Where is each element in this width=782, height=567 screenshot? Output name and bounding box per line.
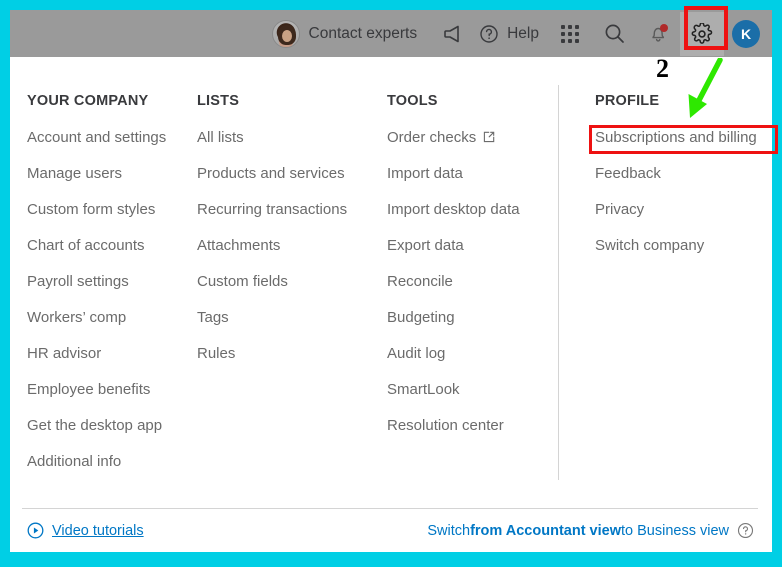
help-circle-icon[interactable] [737, 522, 754, 539]
switch-view-prefix: Switch [427, 523, 470, 539]
menu-item-employee-benefits[interactable]: Employee benefits [27, 382, 150, 397]
menu-item-export-data[interactable]: Export data [387, 238, 464, 253]
menu-item-smartlook[interactable]: SmartLook [387, 382, 460, 397]
video-tutorials-link[interactable]: Video tutorials [27, 522, 144, 539]
help-label: Help [507, 25, 539, 43]
column-heading-lists: LISTS [197, 94, 387, 109]
menu-item-custom-form-styles[interactable]: Custom form styles [27, 202, 155, 217]
switch-view-bold: from Accountant view [470, 523, 621, 539]
contact-experts-label: Contact experts [309, 26, 418, 42]
menu-item-workers-comp[interactable]: Workers’ comp [27, 310, 126, 325]
notification-bell-icon[interactable] [636, 12, 680, 56]
notification-dot [660, 24, 668, 32]
column-profile: PROFILE Subscriptions and billing Feedba… [557, 57, 762, 489]
column-heading-your-company: YOUR COMPANY [27, 94, 197, 109]
gear-icon[interactable] [680, 12, 724, 56]
menu-item-import-data[interactable]: Import data [387, 166, 463, 181]
app-grid-icon[interactable] [548, 12, 592, 56]
help-button[interactable]: Help [475, 12, 548, 56]
menu-item-order-checks-label: Order checks [387, 130, 476, 145]
menu-item-import-desktop-data[interactable]: Import desktop data [387, 202, 520, 217]
menu-item-budgeting[interactable]: Budgeting [387, 310, 455, 325]
contact-experts-button[interactable]: Contact experts [263, 12, 432, 56]
menu-columns: YOUR COMPANY Account and settings Manage… [10, 57, 772, 489]
menu-item-manage-users[interactable]: Manage users [27, 166, 122, 181]
menu-item-reconcile[interactable]: Reconcile [387, 274, 453, 289]
column-divider [558, 85, 559, 480]
menu-item-recurring-transactions[interactable]: Recurring transactions [197, 202, 347, 217]
menu-item-tags[interactable]: Tags [197, 310, 229, 325]
gear-dropdown-panel: YOUR COMPANY Account and settings Manage… [10, 57, 772, 552]
megaphone-icon[interactable] [431, 12, 475, 56]
menu-item-custom-fields[interactable]: Custom fields [197, 274, 288, 289]
column-tools: TOOLS Order checks Import data Import de… [387, 57, 557, 489]
external-link-icon [483, 131, 495, 143]
menu-item-feedback[interactable]: Feedback [595, 166, 661, 181]
top-toolbar: Contact experts Help [10, 10, 772, 57]
menu-item-all-lists[interactable]: All lists [197, 130, 244, 145]
menu-item-switch-company[interactable]: Switch company [595, 238, 704, 253]
menu-item-resolution-center[interactable]: Resolution center [387, 418, 504, 433]
menu-item-products-and-services[interactable]: Products and services [197, 166, 345, 181]
column-heading-profile: PROFILE [595, 94, 762, 109]
play-circle-icon [27, 522, 44, 539]
menu-item-hr-advisor[interactable]: HR advisor [27, 346, 101, 361]
avatar-initial: K [732, 20, 760, 48]
menu-item-attachments[interactable]: Attachments [197, 238, 280, 253]
menu-item-additional-info[interactable]: Additional info [27, 454, 121, 469]
switch-view-suffix: to Business view [621, 523, 729, 539]
menu-item-subscriptions-and-billing[interactable]: Subscriptions and billing [595, 130, 757, 145]
menu-item-privacy[interactable]: Privacy [595, 202, 644, 217]
menu-item-get-the-desktop-app[interactable]: Get the desktop app [27, 418, 162, 433]
column-heading-tools: TOOLS [387, 94, 557, 109]
switch-view-link[interactable]: Switch from Accountant view to Business … [427, 522, 754, 539]
panel-footer: Video tutorials Switch from Accountant v… [10, 509, 772, 552]
menu-item-audit-log[interactable]: Audit log [387, 346, 445, 361]
menu-item-account-and-settings[interactable]: Account and settings [27, 130, 166, 145]
annotation-step-number: 2 [656, 56, 669, 82]
menu-item-chart-of-accounts[interactable]: Chart of accounts [27, 238, 145, 253]
menu-item-payroll-settings[interactable]: Payroll settings [27, 274, 129, 289]
column-your-company: YOUR COMPANY Account and settings Manage… [10, 57, 197, 489]
menu-item-order-checks[interactable]: Order checks [387, 130, 495, 145]
user-avatar[interactable]: K [724, 12, 768, 56]
quickbooks-gear-menu-screen: Contact experts Help [0, 0, 782, 567]
video-tutorials-label: Video tutorials [52, 523, 144, 539]
menu-item-rules[interactable]: Rules [197, 346, 235, 361]
search-icon[interactable] [592, 12, 636, 56]
column-lists: LISTS All lists Products and services Re… [197, 57, 387, 489]
person-avatar-icon [272, 20, 300, 48]
help-circle-icon [479, 24, 499, 44]
